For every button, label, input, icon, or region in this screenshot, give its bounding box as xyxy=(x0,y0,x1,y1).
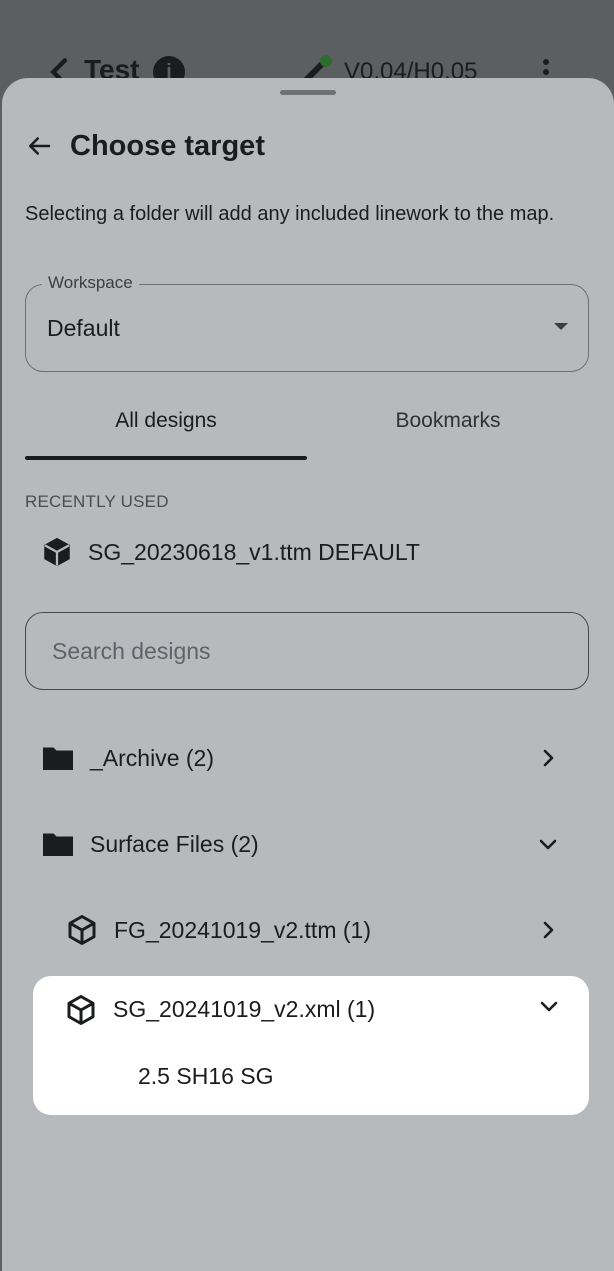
sheet-hint: Selecting a folder will add any included… xyxy=(25,203,555,225)
cube-filled-icon xyxy=(44,537,70,567)
tab-bookmarks[interactable]: Bookmarks xyxy=(307,396,589,460)
recently-used-label: RECENTLY USED xyxy=(25,492,169,511)
workspace-value: Default xyxy=(47,315,120,341)
drag-handle[interactable] xyxy=(280,90,336,95)
tree-item-label: Surface Files (2) xyxy=(90,830,259,857)
tree-item-surface-files[interactable]: Surface Files (2) xyxy=(4,809,614,879)
recent-design-label: SG_20230618_v1.ttm DEFAULT xyxy=(88,538,420,565)
recent-design-item[interactable]: SG_20230618_v1.ttm DEFAULT xyxy=(40,530,420,574)
folder-icon xyxy=(43,747,73,770)
tab-indicator xyxy=(25,456,307,460)
dropdown-caret-icon xyxy=(554,323,568,330)
tree-item-label: SG_20241019_v2.xml (1) xyxy=(113,996,376,1022)
workspace-label: Workspace xyxy=(42,273,139,293)
choose-target-sheet: Choose target Selecting a folder will ad… xyxy=(2,78,614,1271)
tab-all-designs[interactable]: All designs xyxy=(25,396,307,460)
cube-outline-icon xyxy=(68,915,96,945)
tree-item-label: FG_20241019_v2.ttm (1) xyxy=(114,916,371,943)
sheet-title: Choose target xyxy=(70,129,265,162)
tree-item-label: _Archive (2) xyxy=(90,744,214,771)
arrow-left-icon[interactable] xyxy=(24,131,54,161)
folder-icon xyxy=(43,833,73,856)
workspace-select[interactable]: Workspace Default xyxy=(25,273,589,372)
tree-item-sg-design-expanded[interactable]: SG_20241019_v2.xml (1) 2.5 SH16 SG xyxy=(33,976,589,1115)
tree-item-fg-design[interactable]: FG_20241019_v2.ttm (1) xyxy=(4,895,614,965)
chevron-down-icon[interactable] xyxy=(537,994,561,1018)
design-tabs: All designs Bookmarks xyxy=(25,396,589,460)
search-designs-input[interactable] xyxy=(25,612,589,690)
cube-outline-icon xyxy=(67,995,95,1025)
chevron-right-icon xyxy=(543,749,554,767)
surface-item[interactable]: 2.5 SH16 SG xyxy=(138,1063,274,1090)
chevron-down-icon xyxy=(539,839,557,850)
tree-item-archive[interactable]: _Archive (2) xyxy=(4,723,614,793)
sheet-header: Choose target xyxy=(24,126,265,166)
chevron-right-icon xyxy=(543,921,554,939)
